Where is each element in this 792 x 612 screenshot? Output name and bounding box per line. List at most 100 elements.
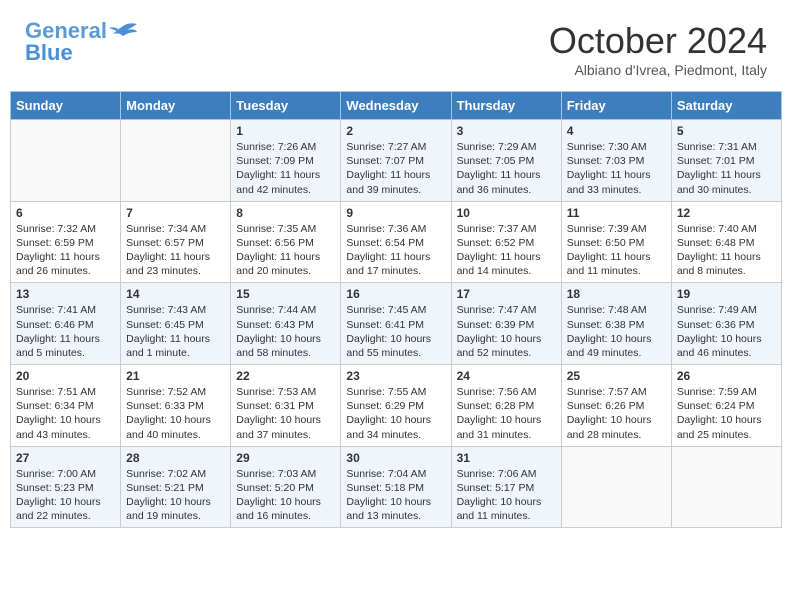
day-info: Sunset: 6:33 PM (126, 399, 225, 413)
day-info: Sunrise: 7:26 AM (236, 140, 335, 154)
day-info: Daylight: 10 hours and 37 minutes. (236, 413, 335, 441)
day-info: Sunrise: 7:57 AM (567, 385, 666, 399)
day-info: Daylight: 10 hours and 22 minutes. (16, 495, 115, 523)
calendar-cell: 6Sunrise: 7:32 AMSunset: 6:59 PMDaylight… (11, 201, 121, 283)
day-info: Daylight: 11 hours and 36 minutes. (457, 168, 556, 196)
day-info: Sunrise: 7:04 AM (346, 467, 445, 481)
day-info: Sunrise: 7:06 AM (457, 467, 556, 481)
calendar-cell: 19 Sunrise: 7:49 AMSunset: 6:36 PMDayligh… (671, 283, 781, 365)
calendar-cell: 4Sunrise: 7:30 AMSunset: 7:03 PMDaylight… (561, 120, 671, 202)
day-info: Daylight: 10 hours and 34 minutes. (346, 413, 445, 441)
day-info: Sunrise: 7:27 AM (346, 140, 445, 154)
day-info: Sunset: 6:29 PM (346, 399, 445, 413)
day-info: Sunset: 6:41 PM (346, 318, 445, 332)
day-info: Sunset: 6:34 PM (16, 399, 115, 413)
day-info: Daylight: 10 hours and 43 minutes. (16, 413, 115, 441)
day-info: Daylight: 11 hours and 30 minutes. (677, 168, 776, 196)
day-info: Sunset: 6:57 PM (126, 236, 225, 250)
day-info: Daylight: 10 hours and 13 minutes. (346, 495, 445, 523)
day-info: Sunset: 5:17 PM (457, 481, 556, 495)
calendar-cell: 21Sunrise: 7:52 AMSunset: 6:33 PMDayligh… (121, 365, 231, 447)
calendar-cell: 17Sunrise: 7:47 AMSunset: 6:39 PMDayligh… (451, 283, 561, 365)
calendar-cell: 28Sunrise: 7:02 AMSunset: 5:21 PMDayligh… (121, 446, 231, 528)
day-info: Sunset: 6:31 PM (236, 399, 335, 413)
day-info: Sunset: 5:18 PM (346, 481, 445, 495)
calendar-cell: 31Sunrise: 7:06 AMSunset: 5:17 PMDayligh… (451, 446, 561, 528)
day-info: Sunrise: 7:40 AM (677, 222, 776, 236)
day-number: 21 (126, 369, 225, 383)
day-info: Sunrise: 7:30 AM (567, 140, 666, 154)
day-info: Sunset: 6:52 PM (457, 236, 556, 250)
day-info: Sunset: 5:21 PM (126, 481, 225, 495)
location-subtitle: Albiano d'Ivrea, Piedmont, Italy (549, 62, 767, 78)
day-info: Sunset: 6:56 PM (236, 236, 335, 250)
day-info: Daylight: 10 hours and 11 minutes. (457, 495, 556, 523)
calendar-cell: 16Sunrise: 7:45 AMSunset: 6:41 PMDayligh… (341, 283, 451, 365)
day-number: 24 (457, 369, 556, 383)
day-info: Daylight: 11 hours and 14 minutes. (457, 250, 556, 278)
col-header-saturday: Saturday (671, 92, 781, 120)
day-info: Sunrise: 7:49 AM (677, 303, 776, 317)
day-number: 1 (236, 124, 335, 138)
calendar-cell: 7Sunrise: 7:34 AMSunset: 6:57 PMDaylight… (121, 201, 231, 283)
day-info: Sunrise: 7:48 AM (567, 303, 666, 317)
calendar-cell: 3Sunrise: 7:29 AMSunset: 7:05 PMDaylight… (451, 120, 561, 202)
day-info: Sunset: 6:28 PM (457, 399, 556, 413)
day-info: Sunset: 7:05 PM (457, 154, 556, 168)
day-info: Sunrise: 7:34 AM (126, 222, 225, 236)
day-info: Sunset: 7:01 PM (677, 154, 776, 168)
day-info: Daylight: 11 hours and 11 minutes. (567, 250, 666, 278)
day-info: Sunset: 6:43 PM (236, 318, 335, 332)
day-info: Sunrise: 7:31 AM (677, 140, 776, 154)
day-info: Sunrise: 7:47 AM (457, 303, 556, 317)
day-number: 18 (567, 287, 666, 301)
day-info: Sunrise: 7:51 AM (16, 385, 115, 399)
day-info: Daylight: 10 hours and 16 minutes. (236, 495, 335, 523)
day-info: Sunrise: 7:00 AM (16, 467, 115, 481)
calendar-cell: 25Sunrise: 7:57 AMSunset: 6:26 PMDayligh… (561, 365, 671, 447)
month-title: October 2024 (549, 20, 767, 62)
calendar-cell: 12Sunrise: 7:40 AMSunset: 6:48 PMDayligh… (671, 201, 781, 283)
day-info: Sunset: 5:23 PM (16, 481, 115, 495)
logo-bird-icon (109, 22, 137, 44)
title-block: October 2024 Albiano d'Ivrea, Piedmont, … (549, 20, 767, 78)
col-header-wednesday: Wednesday (341, 92, 451, 120)
day-info: Daylight: 10 hours and 55 minutes. (346, 332, 445, 360)
day-info: Daylight: 11 hours and 5 minutes. (16, 332, 115, 360)
day-info: Sunset: 6:46 PM (16, 318, 115, 332)
day-number: 28 (126, 451, 225, 465)
day-info: Sunset: 6:38 PM (567, 318, 666, 332)
calendar-week-4: 20Sunrise: 7:51 AMSunset: 6:34 PMDayligh… (11, 365, 782, 447)
day-number: 22 (236, 369, 335, 383)
day-info: Daylight: 10 hours and 58 minutes. (236, 332, 335, 360)
calendar-cell: 1Sunrise: 7:26 AMSunset: 7:09 PMDaylight… (231, 120, 341, 202)
day-number: 20 (16, 369, 115, 383)
day-info: Sunset: 7:09 PM (236, 154, 335, 168)
day-number: 16 (346, 287, 445, 301)
day-number: 3 (457, 124, 556, 138)
day-number: 14 (126, 287, 225, 301)
day-info: Sunset: 6:24 PM (677, 399, 776, 413)
logo-text: General Blue (25, 20, 107, 64)
calendar-cell: 18Sunrise: 7:48 AMSunset: 6:38 PMDayligh… (561, 283, 671, 365)
day-info: Sunset: 6:50 PM (567, 236, 666, 250)
day-number: 27 (16, 451, 115, 465)
calendar-cell (561, 446, 671, 528)
calendar-cell: 2Sunrise: 7:27 AMSunset: 7:07 PMDaylight… (341, 120, 451, 202)
day-info: Sunset: 6:36 PM (677, 318, 776, 332)
day-info: Sunrise: 7:59 AM (677, 385, 776, 399)
calendar-cell: 29Sunrise: 7:03 AMSunset: 5:20 PMDayligh… (231, 446, 341, 528)
calendar-cell: 5Sunrise: 7:31 AMSunset: 7:01 PMDaylight… (671, 120, 781, 202)
day-info: Sunrise: 7:39 AM (567, 222, 666, 236)
day-info: Daylight: 10 hours and 46 minutes. (677, 332, 776, 360)
day-info: Sunset: 7:03 PM (567, 154, 666, 168)
day-info: Sunrise: 7:35 AM (236, 222, 335, 236)
day-info: Daylight: 11 hours and 20 minutes. (236, 250, 335, 278)
day-info: Daylight: 11 hours and 26 minutes. (16, 250, 115, 278)
day-number: 19 (677, 287, 776, 301)
col-header-tuesday: Tuesday (231, 92, 341, 120)
calendar-header-row: SundayMondayTuesdayWednesdayThursdayFrid… (11, 92, 782, 120)
day-info: Daylight: 11 hours and 17 minutes. (346, 250, 445, 278)
day-info: Daylight: 10 hours and 25 minutes. (677, 413, 776, 441)
day-number: 2 (346, 124, 445, 138)
